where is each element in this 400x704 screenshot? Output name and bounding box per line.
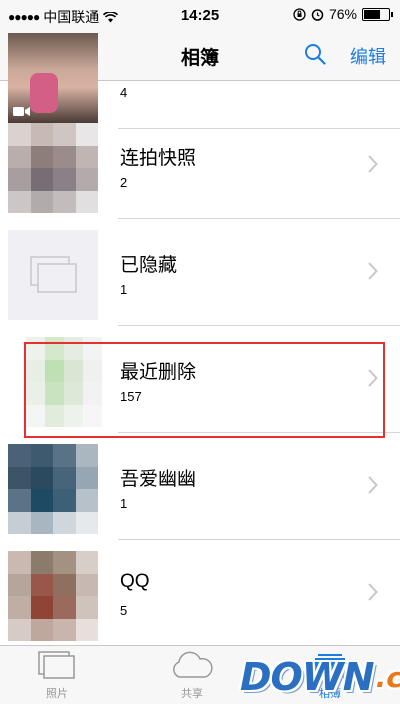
chevron-right-icon xyxy=(368,369,378,387)
album-count: 1 xyxy=(120,282,128,297)
tab-photos[interactable]: 照片 xyxy=(17,650,97,701)
album-row-qq[interactable]: QQ 5 xyxy=(0,541,400,647)
tab-label: 共享 xyxy=(181,688,203,700)
album-thumbnail xyxy=(8,230,98,320)
album-count: 5 xyxy=(120,603,128,618)
battery-percent: 76% xyxy=(328,6,357,22)
album-title: 吾爱幽幽 xyxy=(120,469,197,490)
album-row-user-album[interactable]: 吾爱幽幽 1 xyxy=(0,434,400,540)
watermark-down: DOWN xyxy=(240,655,375,699)
row-divider xyxy=(118,218,400,219)
album-count: 2 xyxy=(120,175,128,190)
hidden-album-icon xyxy=(30,256,77,293)
row-divider xyxy=(118,432,400,433)
tab-shared[interactable]: 共享 xyxy=(152,650,232,701)
chevron-right-icon xyxy=(368,155,378,173)
chevron-right-icon xyxy=(368,262,378,280)
photos-icon xyxy=(38,651,75,679)
row-divider xyxy=(118,325,400,326)
watermark-cc: .cc xyxy=(375,660,400,694)
battery-icon xyxy=(362,7,393,21)
album-count: 4 xyxy=(120,85,128,100)
tab-label: 照片 xyxy=(46,688,68,700)
chevron-right-icon xyxy=(368,476,378,494)
album-thumbnail xyxy=(8,33,98,123)
album-row-bursts[interactable]: 连拍快照 2 xyxy=(0,113,400,219)
album-count: 157 xyxy=(120,389,142,404)
cloud-icon xyxy=(173,651,213,678)
album-title: 连拍快照 xyxy=(120,148,197,169)
album-thumbnail xyxy=(26,337,102,427)
album-title: 已隐藏 xyxy=(120,255,178,276)
alarm-icon xyxy=(311,8,324,21)
album-thumbnail xyxy=(8,551,98,641)
album-thumbnail xyxy=(8,123,98,213)
watermark-logo: DOWN .cc xyxy=(240,653,400,701)
album-thumbnail xyxy=(8,444,98,534)
rotation-lock-icon xyxy=(293,7,306,21)
album-title: QQ xyxy=(120,571,150,592)
row-divider xyxy=(118,539,400,540)
status-right: 76% xyxy=(293,6,393,22)
chevron-right-icon xyxy=(368,583,378,601)
album-count: 1 xyxy=(120,496,128,511)
album-title: 最近删除 xyxy=(120,362,197,383)
album-row-hidden[interactable]: 已隐藏 1 xyxy=(0,220,400,326)
album-row-recently-deleted[interactable]: 最近删除 157 xyxy=(0,327,400,433)
